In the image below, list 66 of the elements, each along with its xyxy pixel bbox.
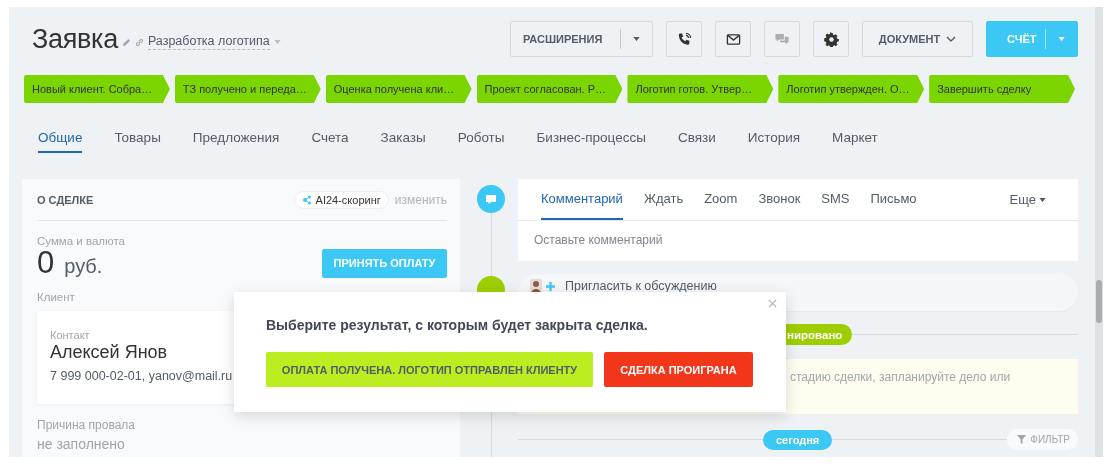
document-button[interactable]: ДОКУМЕНТ [862, 21, 973, 57]
today-badge: сегодня [763, 429, 833, 450]
tab[interactable]: Счета [311, 129, 349, 153]
tab[interactable]: Звонок [758, 179, 801, 220]
tab[interactable]: Письмо [870, 179, 917, 220]
stage-step[interactable]: ТЗ получено и переда… [174, 75, 321, 103]
tab[interactable]: Товары [114, 129, 161, 153]
stage-step[interactable]: Логотип готов. Утвер… [627, 75, 774, 103]
caret-icon [1058, 37, 1065, 41]
field-value: не заполнено [37, 436, 126, 452]
phone-icon [676, 31, 692, 47]
chevron-down-icon [946, 36, 957, 42]
currency-label: руб. [64, 254, 103, 278]
caret-icon [273, 40, 281, 44]
tab[interactable]: Роботы [457, 129, 505, 153]
pencil-icon[interactable] [121, 37, 131, 47]
lose-button[interactable]: СДЕЛКА ПРОИГРАНА [604, 352, 753, 387]
scrollbar-thumb[interactable] [1096, 280, 1102, 323]
stage-step[interactable]: Оценка получена кли… [325, 75, 472, 103]
tab[interactable]: История [747, 129, 801, 153]
email-button[interactable] [715, 21, 751, 57]
tab[interactable]: Заказы [380, 129, 426, 153]
tab[interactable]: Ждать [643, 179, 684, 220]
settings-icon [823, 31, 839, 47]
caret-icon [1039, 197, 1046, 202]
call-button[interactable] [666, 21, 702, 57]
link-icon[interactable] [134, 37, 144, 47]
scoring-badge[interactable]: AI24-скоринг [293, 190, 389, 209]
tab[interactable]: Предложения [192, 129, 280, 153]
more-menu[interactable]: Еще [1009, 192, 1046, 207]
settings-button[interactable] [813, 21, 849, 57]
field-label: Контакт [50, 329, 90, 341]
stage-step[interactable]: Завершить сделку [929, 75, 1075, 103]
stage-step[interactable]: Новый клиент. Собра… [24, 75, 170, 103]
tab[interactable]: Связи [677, 129, 716, 153]
deal-name-link[interactable]: Разработка логотипа [147, 34, 270, 50]
tab[interactable]: Бизнес-процессы [536, 129, 646, 153]
tab[interactable]: Маркет [832, 129, 878, 153]
dialog-message: Выберите результат, с которым будет закрыта сделка. [266, 317, 649, 333]
invite-label: Пригласить к обсуждению [565, 279, 717, 293]
stage-step[interactable]: Логотип утвержден. О… [778, 75, 925, 103]
amount-value: 0 [37, 247, 55, 279]
comment-field[interactable]: Оставьте комментарий [518, 221, 1078, 247]
field-label: Сумма и валюта [37, 235, 126, 247]
win-button[interactable]: ОПЛАТА ПОЛУЧЕНА. ЛОГОТИП ОТПРАВЛЕН КЛИЕНТУ [266, 352, 593, 387]
field-label: Клиент [37, 291, 76, 303]
plus-icon [546, 282, 555, 291]
tab[interactable]: SMS [821, 179, 850, 220]
caret-icon [633, 37, 640, 41]
close-icon[interactable] [768, 299, 777, 308]
filter-icon [1017, 435, 1027, 444]
tab[interactable]: Zoom [704, 179, 738, 220]
chat-icon [774, 31, 790, 47]
nodes-icon [301, 194, 312, 205]
scrollbar[interactable] [1095, 7, 1103, 457]
mail-icon [725, 31, 741, 47]
page-title: Заявка [32, 23, 118, 55]
tab[interactable]: Комментарий [541, 179, 623, 220]
extensions-button[interactable]: РАСШИРЕНИЯ [510, 21, 653, 57]
speech-bubble-icon [485, 193, 497, 205]
contact-name[interactable]: Алексей Янов [50, 342, 168, 363]
section-heading: О СДЕЛКЕ [37, 193, 94, 206]
field-label: Причина провала [37, 418, 137, 432]
tab[interactable]: Общие [38, 129, 83, 153]
contact-details: 7 999 000-02-01, yanov@mail.ru [50, 369, 233, 383]
stage-step[interactable]: Проект согласован. Р… [476, 75, 623, 103]
